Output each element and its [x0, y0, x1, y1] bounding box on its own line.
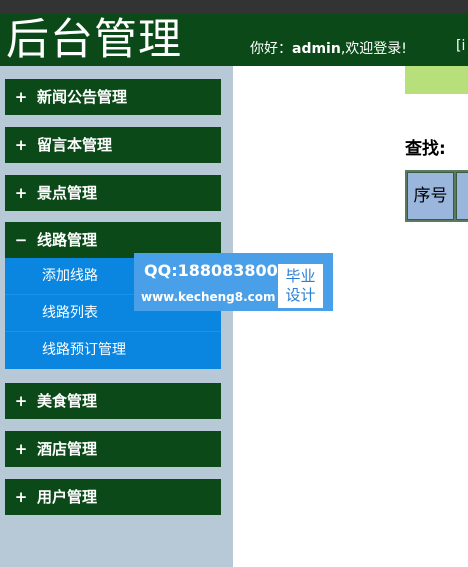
welcome-message: 你好：admin,欢迎登录!: [250, 38, 407, 58]
watermark-badge: 毕业 设计: [278, 264, 323, 308]
table-header-row: 序号: [405, 170, 468, 222]
plus-icon: +: [14, 392, 28, 410]
menu-guestbook[interactable]: + 留言本管理: [5, 127, 221, 163]
menu-hotels[interactable]: + 酒店管理: [5, 431, 221, 467]
welcome-suffix: ,欢迎登录!: [340, 41, 407, 57]
table-header-next: [456, 172, 468, 220]
submenu-route-booking[interactable]: 线路预订管理: [5, 332, 221, 369]
menu-label: 美食管理: [37, 392, 98, 410]
search-label: 查找:: [405, 139, 446, 159]
watermark-url: www.kecheng8.com: [141, 290, 276, 304]
watermark-qq: QQ:188083800: [144, 261, 278, 280]
menu-attractions[interactable]: + 景点管理: [5, 175, 221, 211]
browser-top-strip: [0, 0, 468, 14]
header-link-cutoff[interactable]: [i: [456, 38, 465, 54]
watermark-badge-line1: 毕业: [285, 267, 316, 285]
menu-food[interactable]: + 美食管理: [5, 383, 221, 419]
menu-label: 留言本管理: [37, 136, 113, 154]
plus-icon: +: [14, 488, 28, 506]
plus-icon: +: [14, 184, 28, 202]
plus-icon: +: [14, 440, 28, 458]
username: admin: [292, 41, 341, 57]
admin-page: 后台管理 你好：admin,欢迎登录! [i + 新闻公告管理 + 留言本管理 + 景…: [0, 0, 468, 567]
menu-label: 景点管理: [37, 184, 98, 202]
minus-icon: −: [14, 231, 28, 249]
table-header-index: 序号: [407, 172, 454, 220]
menu-news[interactable]: + 新闻公告管理: [5, 79, 221, 115]
plus-icon: +: [14, 88, 28, 106]
plus-icon: +: [14, 136, 28, 154]
menu-label: 用户管理: [37, 488, 98, 506]
toolbar-accent-bar: [405, 66, 468, 94]
menu-users[interactable]: + 用户管理: [5, 479, 221, 515]
site-title: 后台管理: [6, 15, 182, 65]
watermark-badge-line2: 设计: [285, 286, 316, 304]
welcome-prefix: 你好：: [250, 41, 292, 57]
watermark-overlay: QQ:188083800 www.kecheng8.com 毕业 设计: [134, 253, 333, 311]
menu-label: 酒店管理: [37, 440, 98, 458]
menu-label: 线路管理: [37, 231, 98, 249]
menu-label: 新闻公告管理: [37, 88, 128, 106]
